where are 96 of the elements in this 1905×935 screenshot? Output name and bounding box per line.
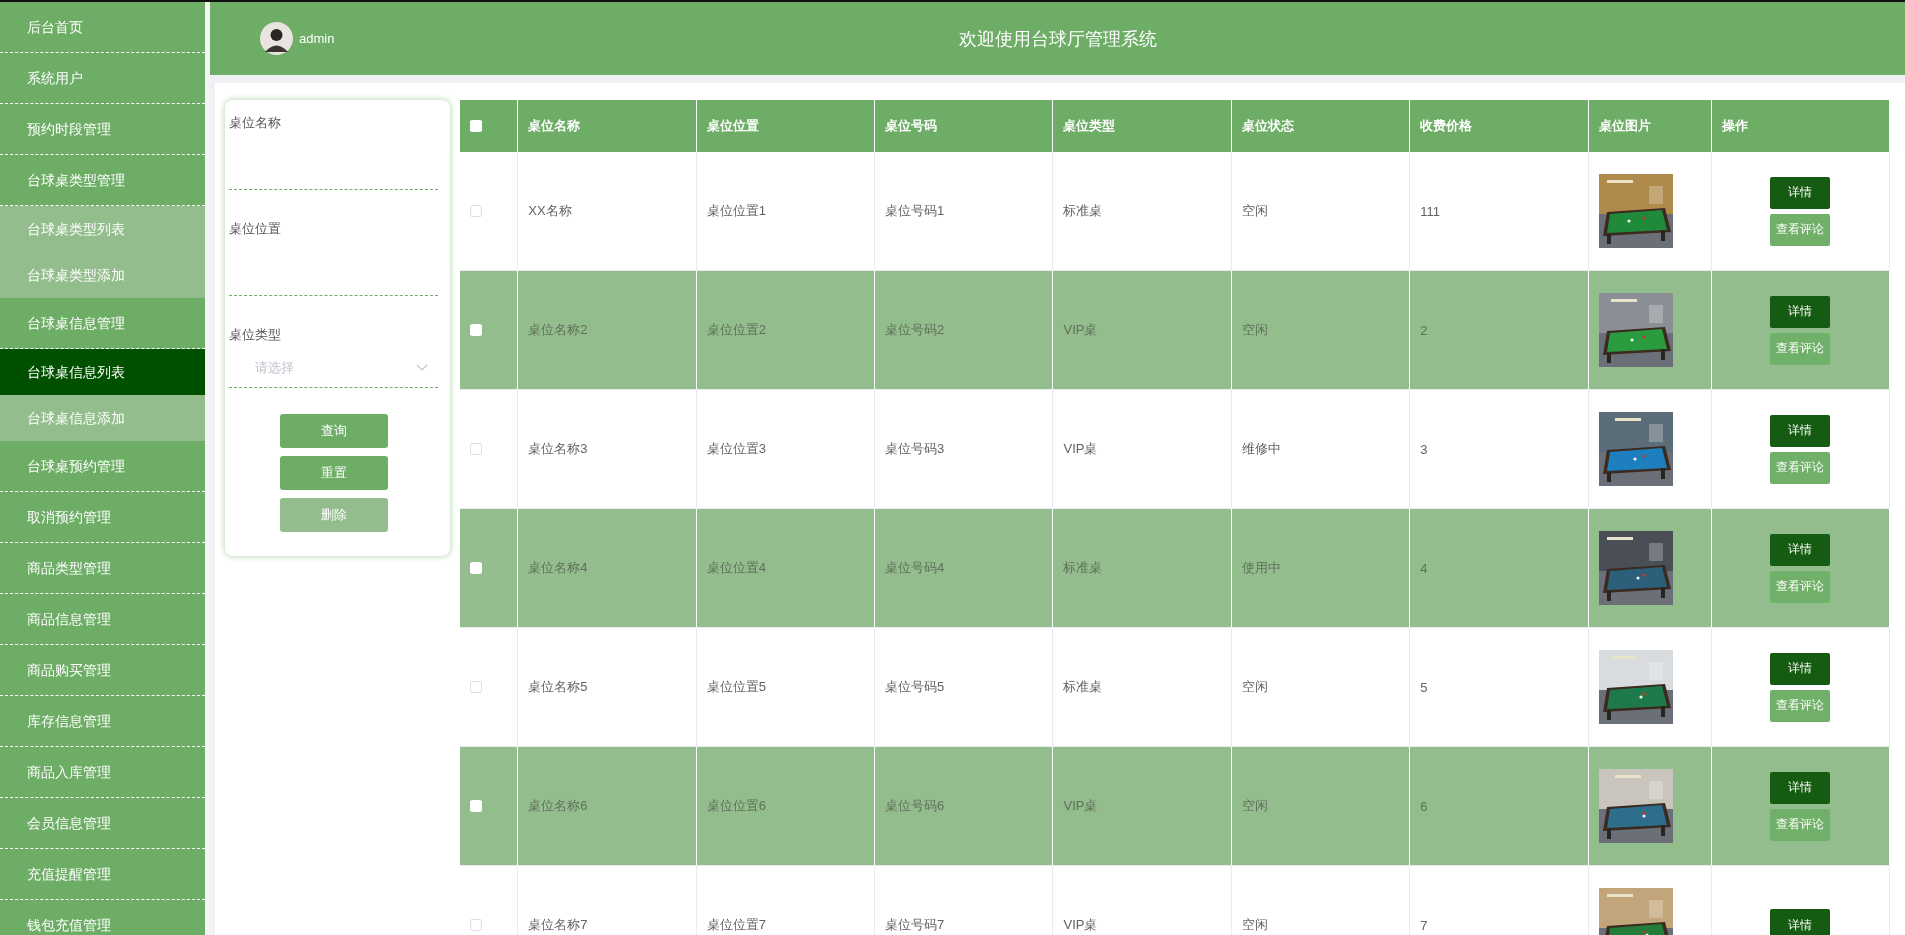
table-cell: 桌位号码7 xyxy=(885,916,945,934)
sidebar-item[interactable]: 台球桌信息列表 xyxy=(0,349,205,395)
sidebar-item[interactable]: 系统用户 xyxy=(0,53,205,104)
sidebar-item[interactable]: 台球桌类型添加 xyxy=(0,252,205,298)
table-cell: 桌位号码2 xyxy=(885,321,945,339)
field-label: 桌位类型 xyxy=(229,326,282,344)
sidebar-item[interactable]: 钱包充值管理 xyxy=(0,900,205,935)
sidebar-item[interactable]: 商品购买管理 xyxy=(0,645,205,696)
table-cell: 4 xyxy=(1420,560,1428,576)
sidebar-item[interactable]: 预约时段管理 xyxy=(0,104,205,155)
filter-button[interactable]: 查询 xyxy=(279,414,388,448)
table-cell: 桌位位置7 xyxy=(706,916,766,934)
sidebar-item[interactable]: 库存信息管理 xyxy=(0,696,205,747)
table-cell: 7 xyxy=(1420,917,1428,933)
table-cell: VIP桌 xyxy=(1063,797,1098,815)
reviews-button[interactable]: 查看评论 xyxy=(1770,808,1831,841)
details-button[interactable]: 详情 xyxy=(1770,533,1831,566)
chevron-down-icon xyxy=(416,363,428,372)
sidebar-item[interactable]: 会员信息管理 xyxy=(0,798,205,849)
avatar-icon[interactable] xyxy=(260,22,293,55)
select-field[interactable]: 请选择 xyxy=(229,348,438,388)
table-cell: 111 xyxy=(1420,203,1440,219)
table-cell: 桌位名称5 xyxy=(528,678,588,696)
table-cell: 桌位名称4 xyxy=(528,559,588,577)
sidebar-item[interactable]: 台球桌信息添加 xyxy=(0,395,205,441)
table-cell: 空闲 xyxy=(1241,202,1268,220)
sidebar-item[interactable]: 取消预约管理 xyxy=(0,492,205,543)
table-cell: VIP桌 xyxy=(1063,321,1098,339)
column-header: 桌位位置 xyxy=(706,117,759,135)
filter-button[interactable]: 重置 xyxy=(279,456,388,490)
page-title: 欢迎使用台球厅管理系统 xyxy=(958,27,1157,51)
table-cell: 3 xyxy=(1420,441,1428,457)
table-cell: 桌位名称2 xyxy=(528,321,588,339)
column-header: 桌位名称 xyxy=(528,117,581,135)
reviews-button[interactable]: 查看评论 xyxy=(1770,451,1831,484)
table-cell: 空闲 xyxy=(1241,321,1268,339)
table-cell: 桌位名称7 xyxy=(528,916,588,934)
reviews-button[interactable]: 查看评论 xyxy=(1770,213,1831,246)
table-cell: 桌位位置6 xyxy=(706,797,766,815)
checkbox[interactable] xyxy=(470,205,482,217)
table-cell: 空闲 xyxy=(1241,916,1268,934)
sidebar-item[interactable]: 商品入库管理 xyxy=(0,747,205,798)
table-cell: 标准桌 xyxy=(1063,202,1103,220)
table-cell: 空闲 xyxy=(1241,797,1268,815)
sidebar-item[interactable]: 后台首页 xyxy=(0,2,205,53)
table-cell: XX名称 xyxy=(528,202,572,220)
table-cell: 桌位号码5 xyxy=(885,678,945,696)
sidebar-item[interactable]: 充值提醒管理 xyxy=(0,849,205,900)
field-label: 桌位位置 xyxy=(229,220,282,238)
sidebar-item[interactable]: 商品信息管理 xyxy=(0,594,205,645)
table-cell: 桌位位置1 xyxy=(706,202,766,220)
column-header: 桌位类型 xyxy=(1063,117,1116,135)
reviews-button[interactable]: 查看评论 xyxy=(1770,332,1831,365)
sidebar-item[interactable]: 商品类型管理 xyxy=(0,543,205,594)
reviews-button[interactable]: 查看评论 xyxy=(1770,689,1831,722)
checkbox[interactable] xyxy=(470,919,482,931)
field-label: 桌位名称 xyxy=(229,114,282,132)
checkbox[interactable] xyxy=(470,443,482,455)
details-button[interactable]: 详情 xyxy=(1770,909,1831,935)
table-cell: 桌位号码4 xyxy=(885,559,945,577)
table-cell: 维修中 xyxy=(1241,440,1281,458)
details-button[interactable]: 详情 xyxy=(1770,295,1831,328)
table-cell: 桌位名称3 xyxy=(528,440,588,458)
table-cell: 桌位名称6 xyxy=(528,797,588,815)
column-header: 桌位号码 xyxy=(885,117,938,135)
table-cell: 5 xyxy=(1420,679,1428,695)
reviews-button[interactable]: 查看评论 xyxy=(1770,570,1831,603)
table-cell: 桌位位置5 xyxy=(706,678,766,696)
column-header: 桌位图片 xyxy=(1598,117,1651,135)
table-cell: 桌位位置2 xyxy=(706,321,766,339)
details-button[interactable]: 详情 xyxy=(1770,771,1831,804)
table-cell: 桌位号码3 xyxy=(885,440,945,458)
column-header: 收费价格 xyxy=(1420,117,1473,135)
table-cell: 2 xyxy=(1420,322,1428,338)
table-cell: 使用中 xyxy=(1241,559,1281,577)
user-name: admin xyxy=(299,31,335,46)
sidebar-item[interactable]: 台球桌类型列表 xyxy=(0,206,205,252)
details-button[interactable]: 详情 xyxy=(1770,176,1831,209)
table-cell: 桌位号码1 xyxy=(885,202,945,220)
sidebar-item[interactable]: 台球桌预约管理 xyxy=(0,441,205,492)
table-cell: 桌位号码6 xyxy=(885,797,945,815)
table-cell: 桌位位置4 xyxy=(706,559,766,577)
checkbox[interactable] xyxy=(470,120,482,132)
details-button[interactable]: 详情 xyxy=(1770,414,1831,447)
table-cell: VIP桌 xyxy=(1063,440,1098,458)
table-cell: 空闲 xyxy=(1241,678,1268,696)
checkbox[interactable] xyxy=(470,681,482,693)
table-cell: 标准桌 xyxy=(1063,678,1103,696)
details-button[interactable]: 详情 xyxy=(1770,652,1831,685)
table-cell: 6 xyxy=(1420,798,1428,814)
column-header: 操作 xyxy=(1721,117,1748,135)
table-cell: 标准桌 xyxy=(1063,559,1103,577)
table-cell: 桌位位置3 xyxy=(706,440,766,458)
column-header: 桌位状态 xyxy=(1241,117,1294,135)
delete-button[interactable]: 删除 xyxy=(279,498,388,532)
table-cell: VIP桌 xyxy=(1063,916,1098,934)
